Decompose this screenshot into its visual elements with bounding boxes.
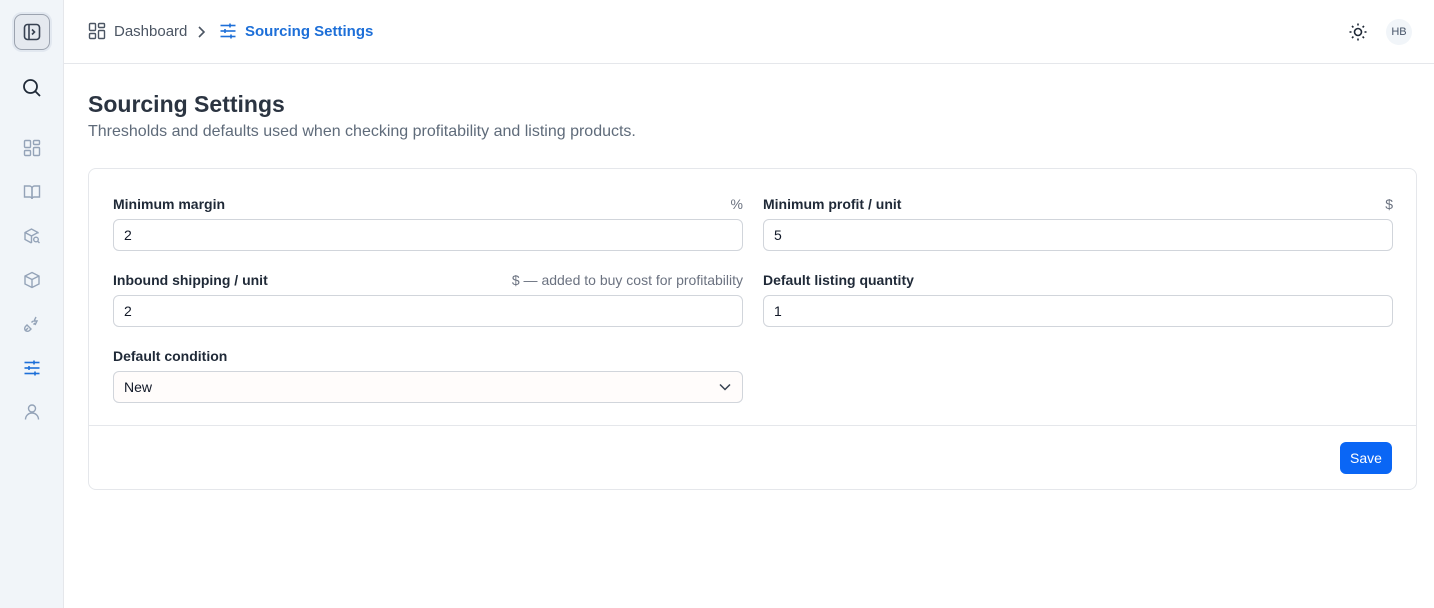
panel-toggle-icon (23, 23, 41, 41)
min-margin-field: Minimum margin % (113, 195, 743, 251)
top-header: Dashboard Sourcing Settings HB (64, 0, 1434, 64)
sidebar-item-integrations[interactable] (16, 308, 48, 340)
card-footer: Save (89, 425, 1416, 490)
theme-toggle-button[interactable] (1346, 20, 1370, 44)
sliders-icon (220, 23, 236, 39)
page-subtitle: Thresholds and defaults used when checki… (88, 123, 636, 140)
field-label: Minimum profit / unit (763, 196, 902, 212)
breadcrumb-current: Sourcing Settings (219, 22, 373, 40)
field-label: Default listing quantity (763, 272, 914, 288)
sidebar-item-sourcing-settings[interactable] (16, 352, 48, 384)
chevron-right-icon (198, 26, 206, 38)
select-value: New (124, 379, 153, 395)
chevron-down-icon (719, 383, 731, 391)
sliders-icon (24, 360, 40, 376)
avatar[interactable]: HB (1386, 19, 1412, 45)
breadcrumb-current-label: Sourcing Settings (245, 22, 374, 40)
package-search-icon (24, 228, 40, 244)
sidebar-item-catalog[interactable] (16, 176, 48, 208)
page-title: Sourcing Settings (88, 91, 285, 117)
grid-icon (23, 139, 41, 157)
sidebar-item-products[interactable] (16, 264, 48, 296)
inbound-shipping-field: Inbound shipping / unit $ — added to buy… (113, 271, 743, 327)
sun-icon (1349, 23, 1367, 41)
inbound-shipping-input[interactable] (113, 295, 743, 327)
field-label: Default condition (113, 348, 228, 364)
field-hint: % (730, 196, 743, 212)
listing-quantity-field: Default listing quantity (763, 271, 1393, 327)
search-icon (23, 79, 41, 97)
breadcrumb-home[interactable]: Dashboard (88, 22, 187, 40)
sidebar-item-account[interactable] (16, 396, 48, 428)
field-label: Minimum margin (113, 196, 226, 212)
settings-card: Minimum margin % Minimum profit / unit $… (88, 168, 1417, 490)
breadcrumb-home-label: Dashboard (114, 22, 188, 40)
grid-icon (88, 22, 106, 40)
plug-icon (23, 316, 39, 333)
sidebar-toggle-button[interactable] (14, 14, 50, 50)
save-button[interactable]: Save (1340, 442, 1392, 474)
min-margin-input[interactable] (113, 219, 743, 251)
listing-quantity-input[interactable] (763, 295, 1393, 327)
field-hint: $ — added to buy cost for profitability (511, 272, 743, 288)
box-icon (24, 271, 40, 289)
condition-select[interactable]: New (113, 371, 743, 403)
condition-field: Default condition New (113, 347, 743, 403)
min-profit-input[interactable] (763, 219, 1393, 251)
sidebar-item-dashboard[interactable] (16, 132, 48, 164)
field-hint: $ (1385, 196, 1393, 212)
min-profit-field: Minimum profit / unit $ (763, 195, 1393, 251)
sidebar (0, 0, 64, 608)
sidebar-item-product-search[interactable] (16, 220, 48, 252)
user-icon (24, 404, 40, 420)
book-open-icon (23, 185, 41, 200)
search-button[interactable] (20, 76, 44, 100)
